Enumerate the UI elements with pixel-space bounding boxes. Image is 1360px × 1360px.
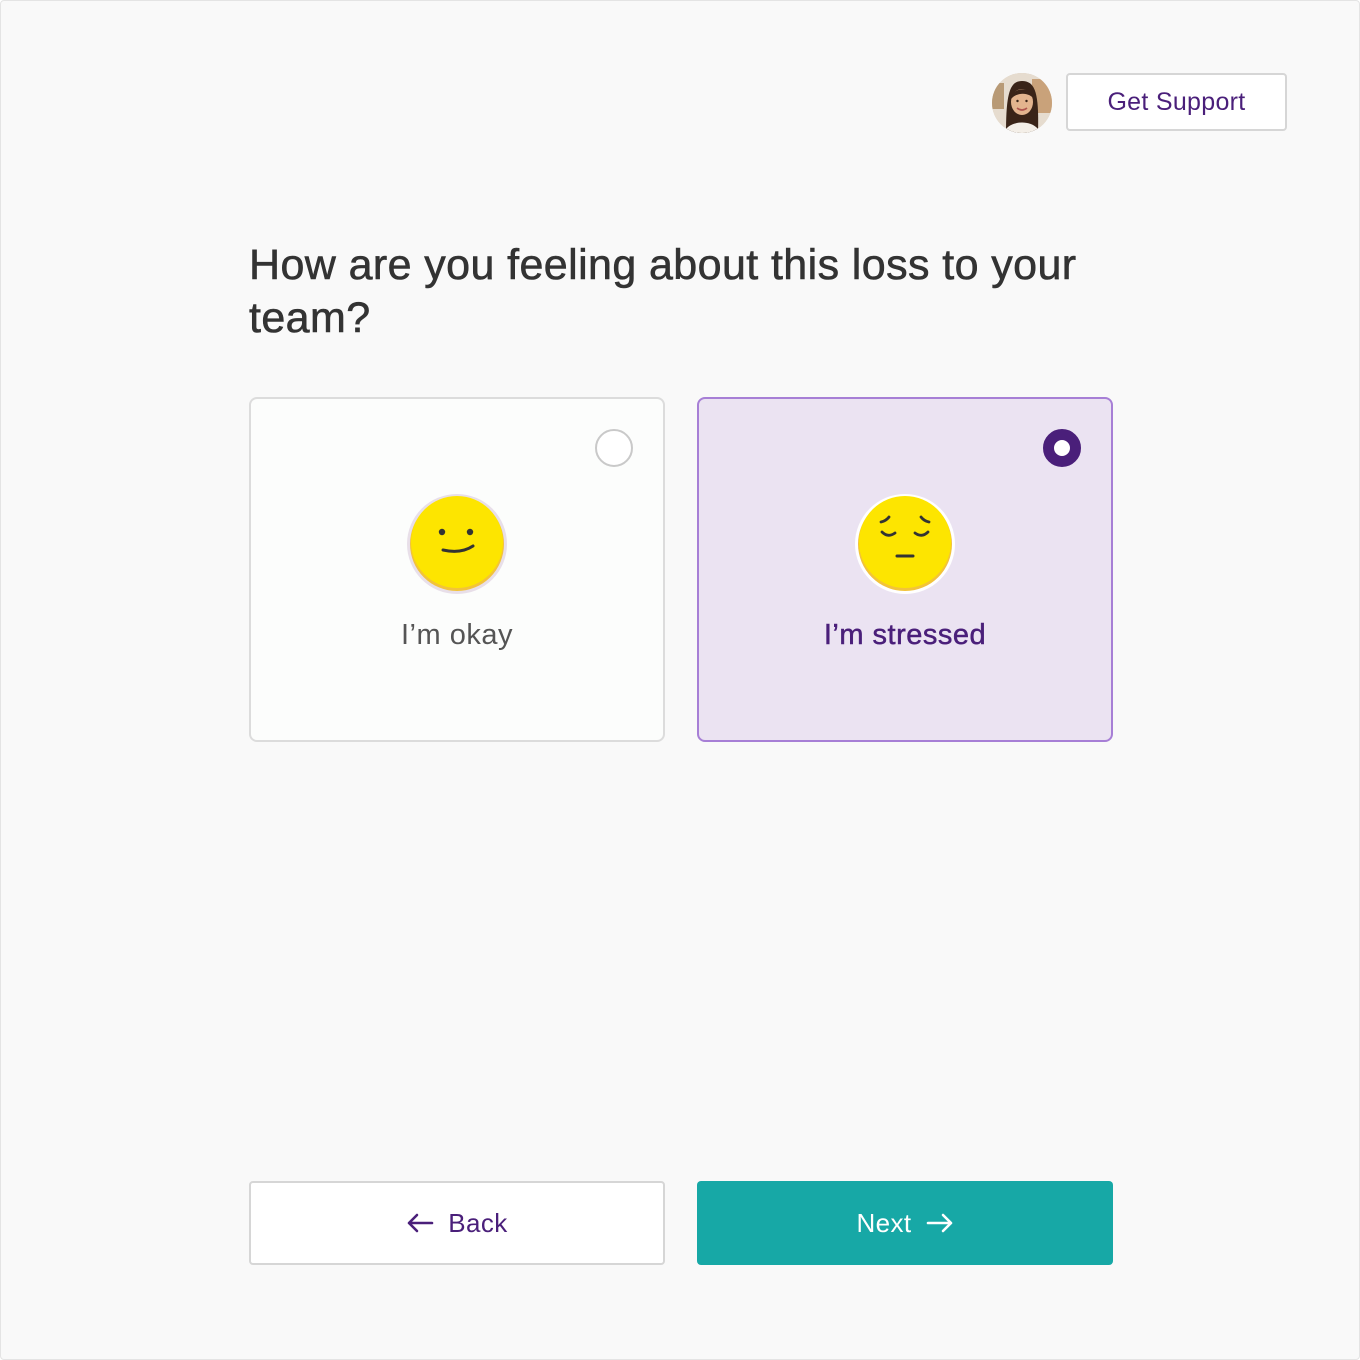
option-label-okay: I’m okay [401,619,513,651]
arrow-left-icon [406,1213,434,1233]
option-okay[interactable]: I’m okay [249,397,665,742]
user-photo-icon [992,73,1052,133]
radio-selected[interactable] [1043,429,1081,467]
option-stressed[interactable]: I’m stressed [697,397,1113,742]
arrow-right-icon [926,1213,954,1233]
next-button[interactable]: Next [697,1181,1113,1265]
radio-unselected[interactable] [595,429,633,467]
question-title: How are you feeling about this loss to y… [249,241,1077,343]
avatar[interactable] [992,73,1052,133]
back-label: Back [448,1207,508,1238]
back-button[interactable]: Back [249,1181,665,1265]
option-label-stressed: I’m stressed [823,619,987,652]
neutral-face-icon [407,494,507,594]
next-label: Next [856,1207,912,1238]
get-support-label: Get Support [1107,87,1246,116]
get-support-button[interactable]: Get Support [1066,73,1287,131]
pensive-face-icon [855,494,955,594]
page-frame: Get Support How are you feeling about th… [0,0,1360,1360]
